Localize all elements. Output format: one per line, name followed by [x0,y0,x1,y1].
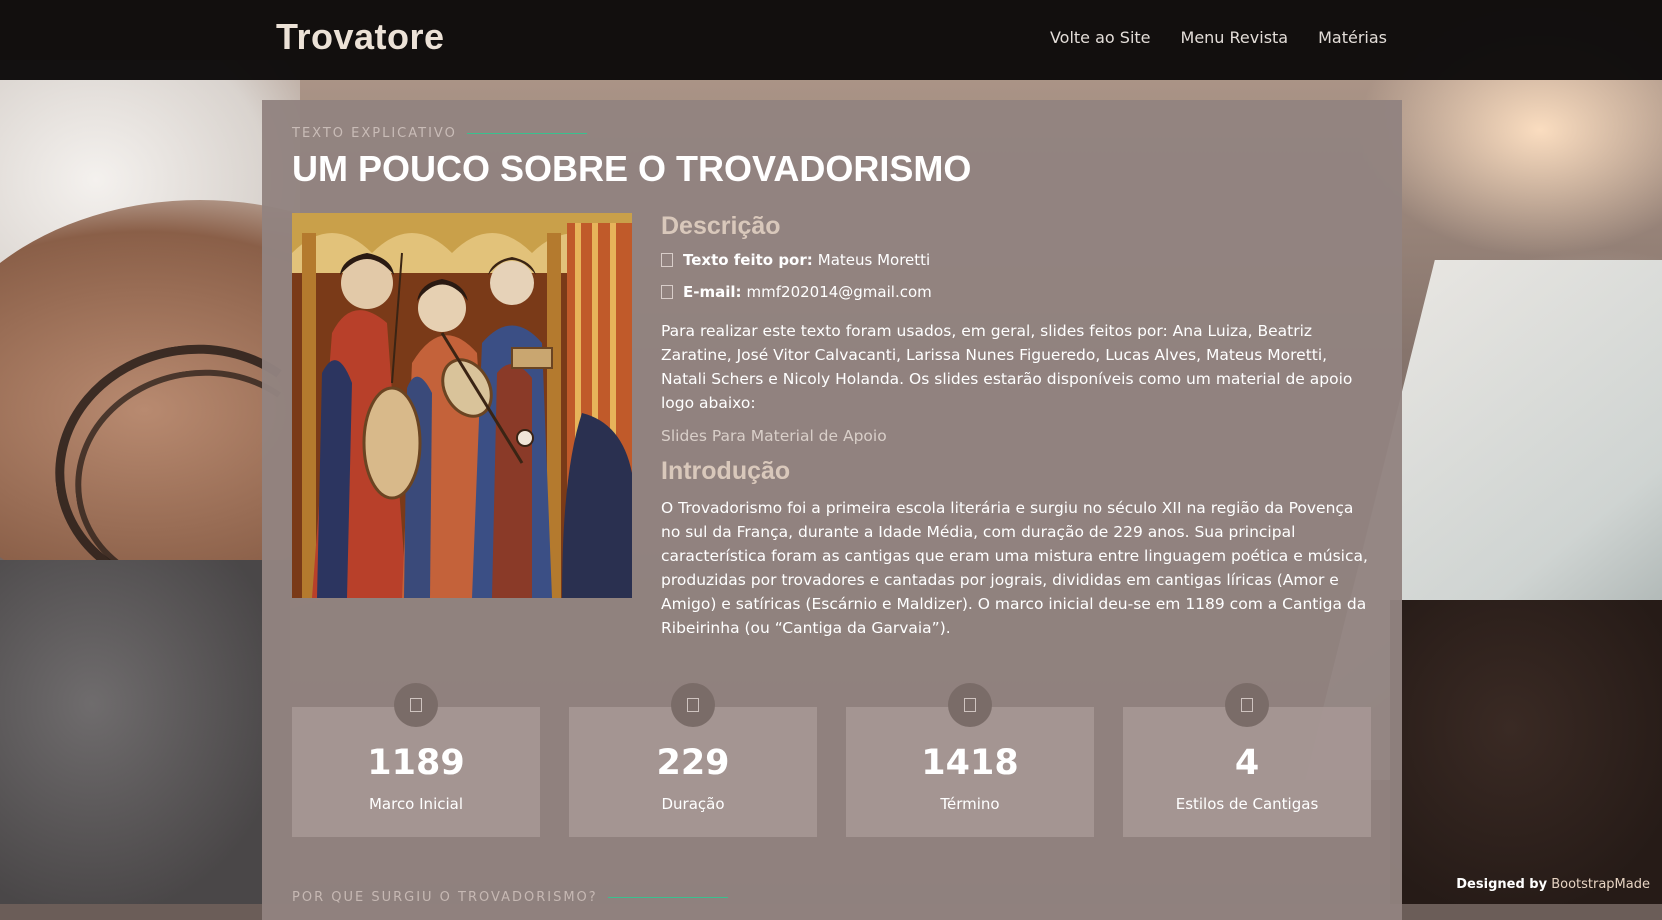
author-info-list: Texto feito por: Mateus Moretti E-mail: … [661,251,1371,301]
credits-link[interactable]: BootstrapMade [1551,877,1650,892]
stat-value: 1189 [367,743,465,783]
section-tag-label: TEXTO EXPLICATIVO [292,126,457,141]
stat-label: Estilos de Cantigas [1175,795,1319,813]
stat-card-marco-inicial: 1189 Marco Inicial [292,683,540,837]
checkbox-icon [661,253,673,267]
description-paragraph: Para realizar este texto foram usados, e… [661,322,1353,412]
section-title: UM POUCO SOBRE O TROVADORISMO [292,148,972,189]
next-section-divider [607,897,728,898]
stat-icon [948,683,992,727]
list-item: Texto feito por: Mateus Moretti [661,251,1371,269]
main-nav: Volte ao Site Menu Revista Matérias [1050,28,1387,47]
credits: Designed by BootstrapMade [1456,877,1650,892]
stat-card-termino: 1418 Término [846,683,1094,837]
stat-icon [671,683,715,727]
next-section-label: POR QUE SURGIU O TROVADORISMO? [292,890,598,905]
stat-icon [394,683,438,727]
stat-value: 4 [1234,743,1260,783]
content-card: TEXTO EXPLICATIVO UM POUCO SOBRE O TROVA… [262,100,1402,920]
intro-paragraph: O Trovadorismo foi a primeira escola lit… [661,499,1368,637]
email-label: E-mail: [683,283,742,301]
stat-value: 229 [656,743,730,783]
stat-card-duracao: 229 Duração [569,683,817,837]
slides-link[interactable]: Slides Para Material de Apoio [661,427,1371,445]
next-section-tag: POR QUE SURGIU O TROVADORISMO? [292,890,728,905]
list-item: E-mail: mmf202014@gmail.com [661,283,1371,301]
site-header: Trovatore Volte ao Site Menu Revista Mat… [0,0,1662,80]
nav-link-volte-ao-site[interactable]: Volte ao Site [1050,28,1151,47]
stat-card-estilos: 4 Estilos de Cantigas [1123,683,1371,837]
site-logo[interactable]: Trovatore [276,16,445,58]
section-tag-divider [466,133,587,134]
description-section: Descrição Texto feito por: Mateus Morett… [661,212,1371,640]
checkbox-icon [661,285,673,299]
author-label: Texto feito por: [683,251,813,269]
credits-label: Designed by [1456,877,1548,892]
nav-link-menu-revista[interactable]: Menu Revista [1181,28,1289,47]
nav-link-materias[interactable]: Matérias [1318,28,1387,47]
description-heading: Descrição [661,212,781,240]
stat-icon [1225,683,1269,727]
medieval-painting-image [292,213,632,598]
email-value: mmf202014@gmail.com [746,283,932,301]
stat-label: Duração [661,795,725,813]
stats-row: 1189 Marco Inicial 229 Duração 1418 Térm… [292,683,1372,838]
author-value: Mateus Moretti [817,251,931,269]
section-tag: TEXTO EXPLICATIVO [292,126,587,141]
stat-label: Término [940,795,1000,813]
stat-label: Marco Inicial [368,795,464,813]
stat-value: 1418 [921,743,1019,783]
intro-heading: Introdução [661,457,791,485]
